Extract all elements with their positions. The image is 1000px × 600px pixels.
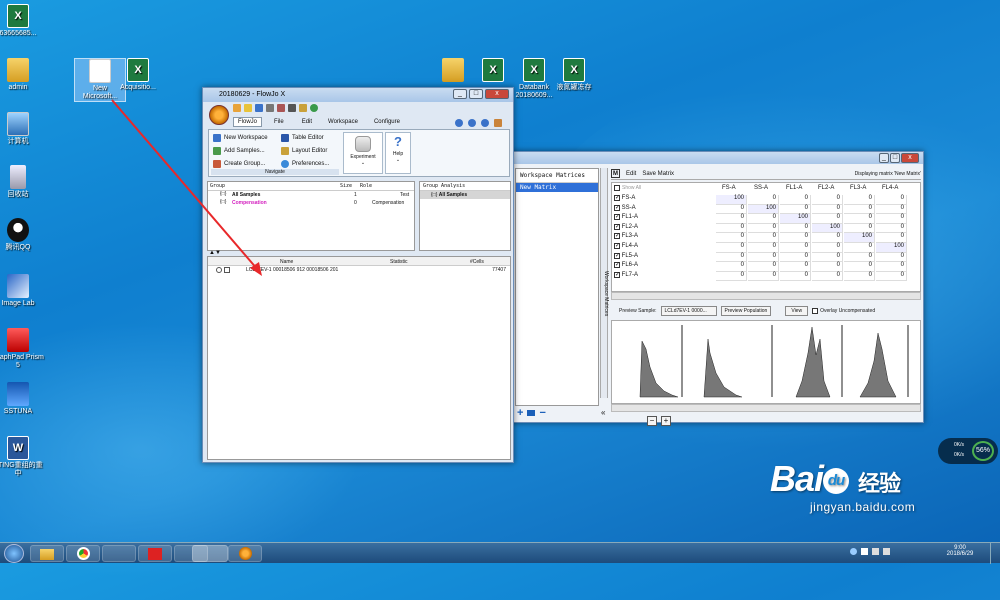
show-desktop-button[interactable]: [990, 543, 1000, 564]
flowjo-icon: [238, 547, 252, 560]
folder-icon: [40, 549, 54, 560]
chrome-icon: [76, 547, 90, 560]
taskbar-window[interactable]: [192, 545, 228, 562]
youdao-icon: [148, 548, 162, 560]
taskbar-explorer[interactable]: [30, 545, 64, 562]
taskbar: 9:00 2018/6/29: [0, 542, 1000, 564]
tray-icons: [850, 548, 890, 555]
taskbar-flowjo[interactable]: [228, 545, 262, 562]
baidu-watermark: Bai du 经验 jingyan.baidu.com: [770, 458, 916, 514]
clock[interactable]: 9:00 2018/6/29: [935, 545, 985, 557]
tray-icon[interactable]: [861, 548, 868, 555]
taskbar-search-app[interactable]: [102, 545, 136, 562]
paw-icon: du: [823, 468, 850, 495]
taskbar-youdao[interactable]: [138, 545, 172, 562]
taskbar-chrome[interactable]: [66, 545, 100, 562]
tray-icon[interactable]: [850, 548, 857, 555]
volume-icon[interactable]: [883, 548, 890, 555]
network-icon[interactable]: [872, 548, 879, 555]
start-button[interactable]: [4, 544, 24, 563]
